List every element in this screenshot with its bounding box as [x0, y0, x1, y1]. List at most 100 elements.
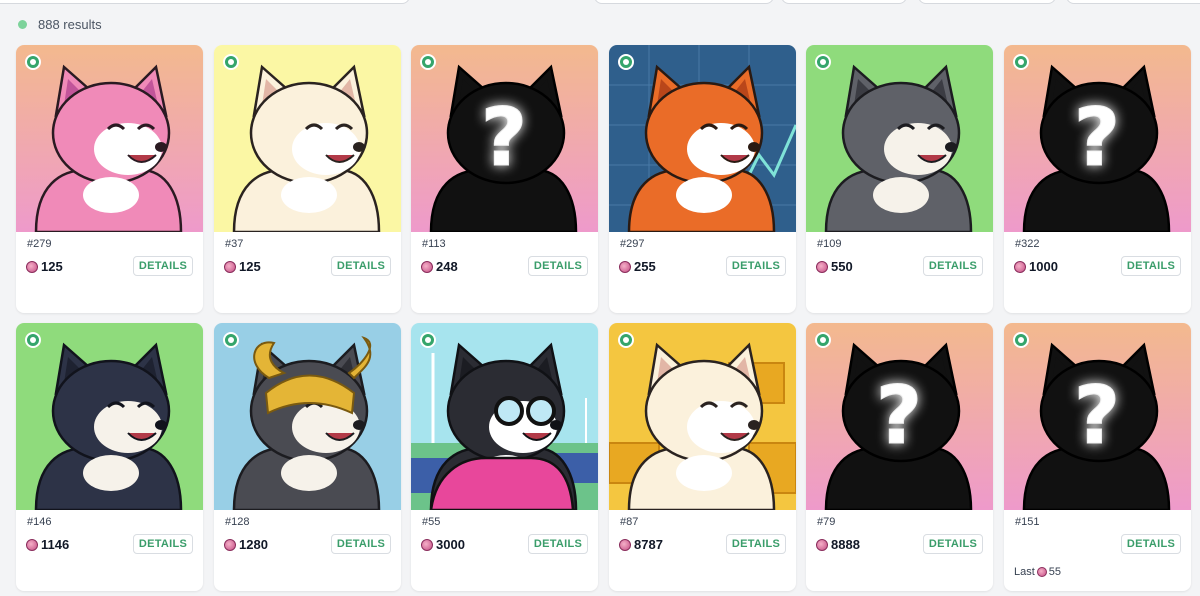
- price-row: 125: [224, 259, 261, 274]
- currency-coin-icon: [1014, 260, 1026, 273]
- nft-artwork[interactable]: [16, 323, 203, 510]
- nft-artwork[interactable]: [16, 45, 203, 232]
- nft-artwork[interactable]: ?: [411, 45, 598, 232]
- collection-badge-icon: [1013, 332, 1029, 348]
- nft-card[interactable]: ? #113 248 DETAILS: [411, 45, 598, 313]
- details-button[interactable]: DETAILS: [1121, 534, 1181, 554]
- price-row: 8888: [816, 537, 860, 552]
- token-id: #87: [620, 516, 639, 528]
- price-row: 8787: [619, 537, 663, 552]
- token-id: #79: [817, 516, 836, 528]
- search-bar-edge[interactable]: [0, 0, 410, 4]
- token-id: #297: [620, 238, 645, 250]
- currency-coin-icon: [26, 538, 38, 551]
- price-value: 3000: [436, 537, 465, 552]
- price-row: 1146: [26, 537, 69, 552]
- nft-card[interactable]: ? #322 1000 DETAILS: [1004, 45, 1191, 313]
- details-button[interactable]: DETAILS: [1121, 256, 1181, 276]
- price-value: 1280: [239, 537, 268, 552]
- collection-badge-icon: [420, 332, 436, 348]
- collection-badge-icon: [815, 54, 831, 70]
- details-button[interactable]: DETAILS: [133, 534, 193, 554]
- token-id: #128: [225, 516, 250, 528]
- token-id: #113: [422, 238, 446, 250]
- currency-coin-icon: [421, 260, 433, 273]
- sort-control-edge[interactable]: [918, 0, 1056, 4]
- currency-coin-icon: [816, 260, 828, 273]
- settings-control-edge[interactable]: [1066, 0, 1200, 4]
- nft-card[interactable]: #37 125 DETAILS: [214, 45, 401, 313]
- details-button[interactable]: DETAILS: [726, 256, 786, 276]
- details-button[interactable]: DETAILS: [528, 534, 588, 554]
- price-value: 550: [831, 259, 853, 274]
- nft-card[interactable]: #87 8787 DETAILS: [609, 323, 796, 591]
- price-row: 1280: [224, 537, 268, 552]
- last-sale-row: Last 55: [1014, 566, 1061, 578]
- nft-card[interactable]: #297 255 DETAILS: [609, 45, 796, 313]
- price-row: 125: [26, 259, 63, 274]
- nft-artwork[interactable]: ?: [806, 323, 993, 510]
- nft-artwork[interactable]: [411, 323, 598, 510]
- price-value: 1000: [1029, 259, 1058, 274]
- collection-badge-icon: [618, 332, 634, 348]
- token-id: #55: [422, 516, 441, 528]
- nft-artwork[interactable]: [609, 45, 796, 232]
- nft-card[interactable]: #279 125 DETAILS: [16, 45, 203, 313]
- filter-control-edge[interactable]: [594, 0, 774, 4]
- collection-badge-icon: [815, 332, 831, 348]
- details-button[interactable]: DETAILS: [331, 256, 391, 276]
- currency-coin-icon: [224, 538, 236, 551]
- currency-coin-icon: [224, 260, 236, 273]
- currency-coin-icon: [619, 260, 631, 273]
- details-button[interactable]: DETAILS: [133, 256, 193, 276]
- nft-artwork[interactable]: [609, 323, 796, 510]
- collection-badge-icon: [223, 332, 239, 348]
- price-row: 248: [421, 259, 458, 274]
- token-id: #151: [1015, 516, 1040, 528]
- collection-badge-icon: [618, 54, 634, 70]
- status-dot-icon: [18, 20, 27, 29]
- price-value: 125: [239, 259, 261, 274]
- details-button[interactable]: DETAILS: [331, 534, 391, 554]
- token-id: #146: [27, 516, 52, 528]
- currency-coin-icon: [421, 538, 433, 551]
- top-toolbar: 888 results: [0, 0, 1200, 44]
- token-id: #279: [27, 238, 52, 250]
- price-row: 550: [816, 259, 853, 274]
- token-id: #37: [225, 238, 244, 250]
- last-sale-price: 55: [1048, 566, 1062, 578]
- nft-card[interactable]: ? #151 DETAILS Last 55: [1004, 323, 1191, 591]
- price-row: 255: [619, 259, 656, 274]
- collection-badge-icon: [420, 54, 436, 70]
- details-button[interactable]: DETAILS: [726, 534, 786, 554]
- currency-coin-icon: [619, 538, 631, 551]
- price-value: 248: [436, 259, 458, 274]
- collection-badge-icon: [25, 332, 41, 348]
- details-button[interactable]: DETAILS: [923, 534, 983, 554]
- nft-artwork[interactable]: ?: [1004, 323, 1191, 510]
- nft-artwork[interactable]: [214, 45, 401, 232]
- details-button[interactable]: DETAILS: [923, 256, 983, 276]
- nft-card[interactable]: #146 1146 DETAILS: [16, 323, 203, 591]
- results-count: 888 results: [38, 17, 102, 32]
- view-toggle-edge[interactable]: [781, 0, 907, 4]
- svg-text:?: ?: [1074, 369, 1120, 462]
- details-button[interactable]: DETAILS: [528, 256, 588, 276]
- currency-coin-icon: [26, 260, 38, 273]
- collection-badge-icon: [1013, 54, 1029, 70]
- svg-text:?: ?: [876, 369, 922, 462]
- price-row: 1000: [1014, 259, 1058, 274]
- nft-card[interactable]: #109 550 DETAILS: [806, 45, 993, 313]
- price-value: 255: [634, 259, 656, 274]
- price-value: 8888: [831, 537, 860, 552]
- token-id: #109: [817, 238, 842, 250]
- price-row: 3000: [421, 537, 465, 552]
- nft-card[interactable]: #55 3000 DETAILS: [411, 323, 598, 591]
- nft-card[interactable]: #128 1280 DETAILS: [214, 323, 401, 591]
- currency-coin-icon: [816, 538, 828, 551]
- token-id: #322: [1015, 238, 1040, 250]
- nft-artwork[interactable]: [214, 323, 401, 510]
- nft-card[interactable]: ? #79 8888 DETAILS: [806, 323, 993, 591]
- nft-artwork[interactable]: ?: [1004, 45, 1191, 232]
- nft-artwork[interactable]: [806, 45, 993, 232]
